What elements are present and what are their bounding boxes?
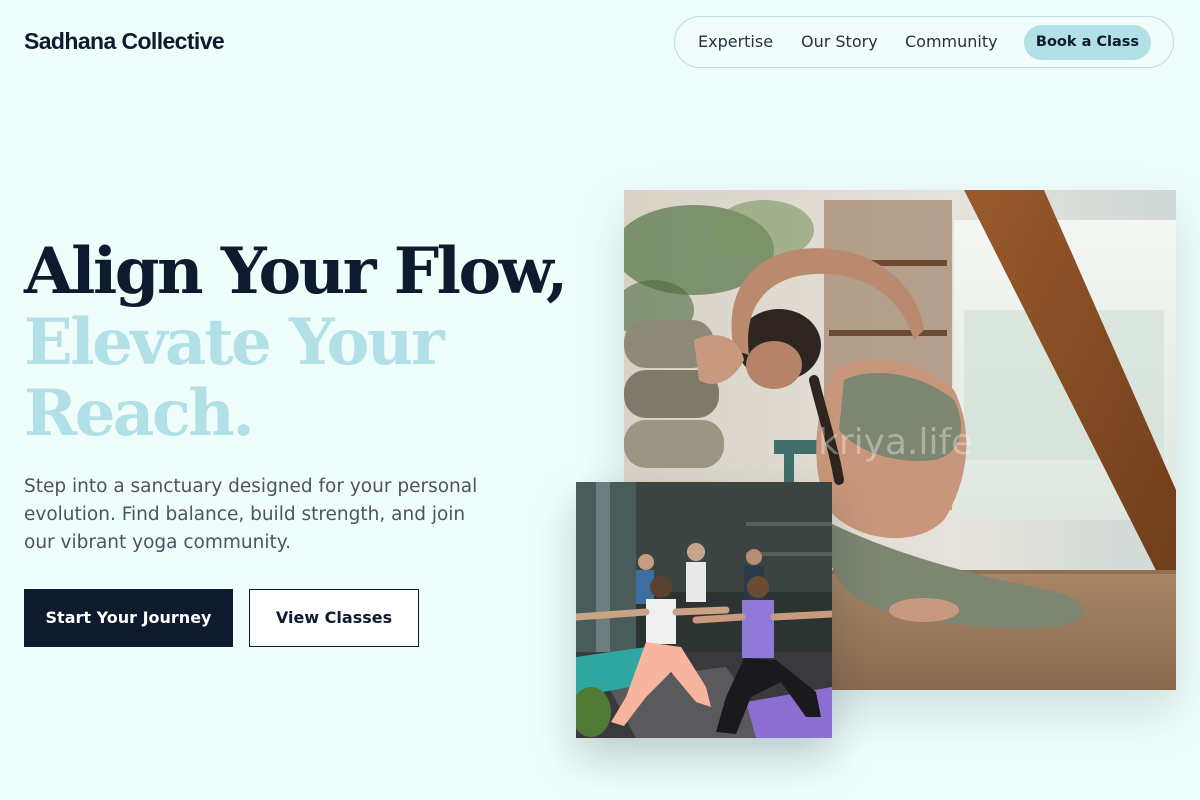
hero-subtitle: Step into a sanctuary designed for your … [24, 476, 478, 553]
nav-link-community[interactable]: Community [905, 32, 998, 51]
view-classes-button[interactable]: View Classes [249, 589, 419, 647]
nav-link-our-story[interactable]: Our Story [801, 32, 878, 51]
book-class-button[interactable]: Book a Class [1024, 25, 1151, 60]
headline-line-3: Reach. [24, 376, 255, 451]
nav-link-expertise[interactable]: Expertise [698, 32, 773, 51]
inset-image-group-class [576, 482, 832, 738]
brand-logo[interactable]: Sadhana Collective [24, 28, 225, 55]
start-journey-button[interactable]: Start Your Journey [24, 589, 233, 647]
hero-headline: Align Your Flow, Elevate Your Reach. [24, 234, 568, 451]
image-watermark: kriya.life [818, 422, 974, 463]
headline-line-2: Elevate Your [24, 305, 445, 380]
main-nav: Expertise Our Story Community Book a Cla… [674, 16, 1174, 68]
headline-line-1: Align Your Flow, [24, 234, 568, 309]
